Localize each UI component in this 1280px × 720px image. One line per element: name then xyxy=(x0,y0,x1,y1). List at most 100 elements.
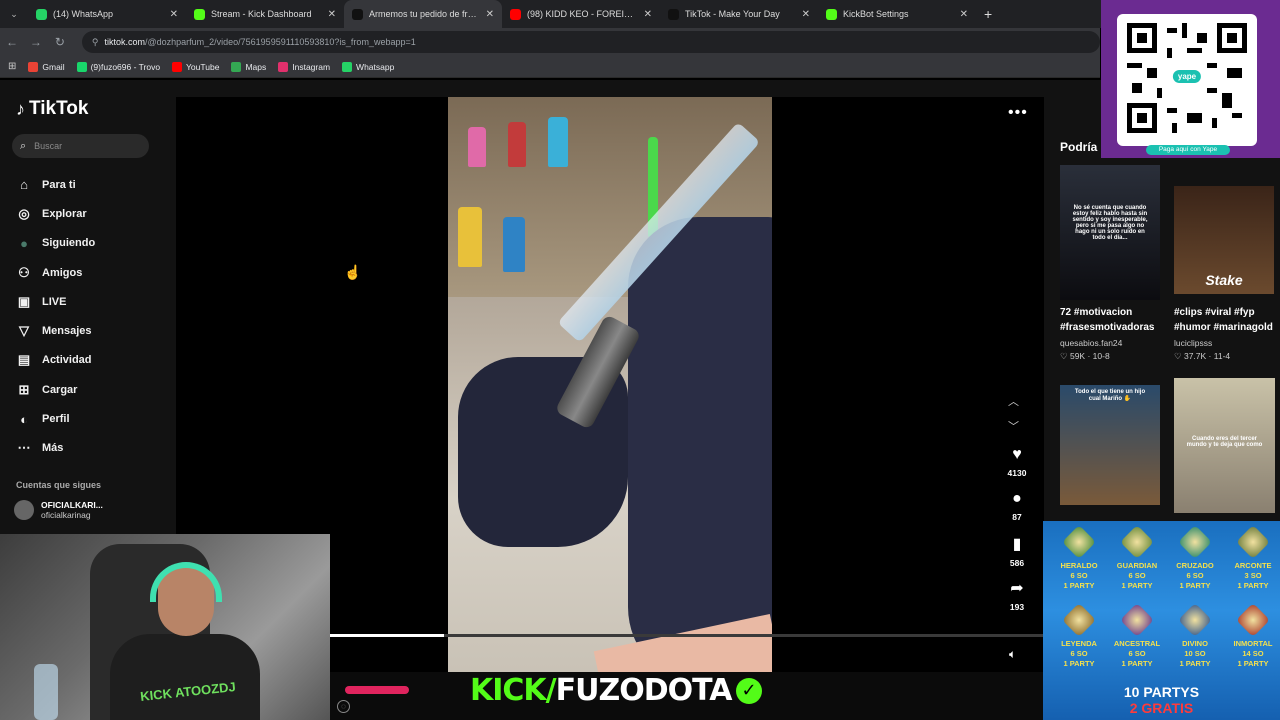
tab-close-icon[interactable]: ✕ xyxy=(644,9,652,20)
browser-tab[interactable]: Stream - Kick Dashboard ✕ xyxy=(186,0,344,28)
suggestion-thumbnail[interactable]: Cuando eres del tercer mundo y te deja q… xyxy=(1174,378,1275,513)
bookmark-label: Instagram xyxy=(292,61,331,72)
tab-favicon-icon xyxy=(36,8,47,20)
rank-name: CRUZADO xyxy=(1176,561,1214,570)
more-options-icon[interactable]: ••• xyxy=(1008,104,1028,122)
tab-title: Armemos tu pedido de frag... xyxy=(369,9,480,19)
followed-account-handle: oficialkarinag xyxy=(41,510,91,520)
suggestion-caption: No sé cuenta que cuando estoy feliz habl… xyxy=(1072,205,1148,241)
mouse-pointer-icon: ☝ xyxy=(344,264,362,280)
sidebar-item[interactable]: ⌂ Para ti xyxy=(14,170,95,199)
kick-channel-banner: KICK/FUZODOTA ✓ xyxy=(470,673,762,708)
tab-close-icon[interactable]: ✕ xyxy=(960,9,968,20)
following-section-title: Cuentas que sigues xyxy=(16,480,102,490)
bookmark-item[interactable]: Instagram xyxy=(278,61,331,72)
bookmark-item[interactable]: Whatsapp xyxy=(342,61,394,72)
tab-strip: (14) WhatsApp ✕ Stream - Kick Dashboard ✕ Ar… xyxy=(28,0,976,28)
screen: ⌄ (14) WhatsApp ✕ Stream - Kick Dashboard ✕… xyxy=(0,0,1280,720)
tab-search-icon[interactable]: ⌄ xyxy=(0,9,28,20)
tab-close-icon[interactable]: ✕ xyxy=(328,9,336,20)
save-button[interactable]: ▮ 586 xyxy=(1005,534,1029,568)
url-field[interactable]: ⚲ tiktok.com/@dozhparfum_2/video/7561959… xyxy=(81,31,1100,53)
search-icon: ⌕ xyxy=(20,139,27,152)
suggestion-thumbnail[interactable]: Stake xyxy=(1174,186,1274,294)
yape-badge: yape xyxy=(1172,70,1202,83)
share-button[interactable]: ➦ 193 xyxy=(1005,578,1029,612)
video-player[interactable] xyxy=(448,97,772,672)
suggestions-title: Podría xyxy=(1060,140,1098,154)
apps-grid-icon[interactable]: ⊞ xyxy=(8,61,16,72)
friends-icon: ⚇ xyxy=(18,264,30,280)
tab-title: Stream - Kick Dashboard xyxy=(211,9,312,19)
like-button[interactable]: ♥ 4130 xyxy=(1005,446,1029,478)
sidebar-item[interactable]: ● Siguiendo xyxy=(14,229,95,258)
avatar xyxy=(14,500,34,520)
bookmark-label: Gmail xyxy=(42,61,65,72)
suggestion-title[interactable]: 72 #motivacion #frasesmotivadoras xyxy=(1060,305,1170,335)
bookmark-item[interactable]: Gmail xyxy=(28,61,65,72)
rank-price: 3 SO xyxy=(1244,571,1262,580)
tab-favicon-icon xyxy=(194,8,205,20)
site-settings-icon[interactable]: ⚲ xyxy=(92,37,99,48)
suggestion-thumbnail[interactable]: No sé cuenta que cuando estoy feliz habl… xyxy=(1060,165,1160,300)
tab-close-icon[interactable]: ✕ xyxy=(802,9,810,20)
activity-icon: ▤ xyxy=(17,352,31,368)
sidebar-item-label: Cargar xyxy=(42,383,78,396)
comment-button[interactable]: ● 87 xyxy=(1005,490,1029,522)
new-tab-icon[interactable]: + xyxy=(984,6,992,22)
rank-name: ARCONTE xyxy=(1234,561,1272,570)
rank-party: 1 PARTY xyxy=(1237,659,1269,668)
suggestion-thumbnail[interactable]: Todo el que tiene un hijo cual Mariño ✋ xyxy=(1060,385,1160,505)
browser-tab[interactable]: Armemos tu pedido de frag... ✕ xyxy=(344,0,502,28)
rank-emblem-icon xyxy=(1236,603,1270,637)
sidebar-item[interactable]: ▤ Actividad xyxy=(14,346,95,375)
reload-icon[interactable]: ↻ xyxy=(48,35,72,49)
sidebar-item[interactable]: ⚇ Amigos xyxy=(14,258,95,287)
comment-count: 87 xyxy=(1012,512,1022,522)
sidebar-item[interactable]: ◐ Perfil xyxy=(14,404,95,433)
browser-tab[interactable]: TikTok - Make Your Day ✕ xyxy=(660,0,818,28)
browser-tab[interactable]: (14) WhatsApp ✕ xyxy=(28,0,186,28)
sidebar-item[interactable]: ⋯ Más xyxy=(14,434,95,463)
tab-close-icon[interactable]: ✕ xyxy=(170,9,178,20)
suggestion-meta: ♡ 37.7K · 11-4 xyxy=(1174,351,1231,361)
suggestion-author[interactable]: luciclipsss xyxy=(1174,338,1212,348)
tab-favicon-icon xyxy=(826,8,837,20)
sidebar-item[interactable]: ▽ Mensajes xyxy=(14,316,95,345)
bookmark-item[interactable]: YouTube xyxy=(172,61,219,72)
tiktok-logo[interactable]: ♪ TikTok xyxy=(16,98,88,120)
stream-red-pill xyxy=(345,686,409,694)
rank-party: 1 PARTY xyxy=(1179,659,1211,668)
kick-prefix: KICK/ xyxy=(470,673,557,708)
suggestion-meta: ♡ 59K · 10-8 xyxy=(1060,351,1110,361)
bookmark-item[interactable]: Maps xyxy=(231,61,266,72)
next-video-chevron-down-icon[interactable]: ﹀ xyxy=(1008,418,1019,434)
sidebar-item[interactable]: ▣ LIVE xyxy=(14,287,95,316)
search-placeholder: Buscar xyxy=(34,141,63,151)
tab-close-icon[interactable]: ✕ xyxy=(486,9,494,20)
forward-icon[interactable]: → xyxy=(24,35,48,49)
share-count: 193 xyxy=(1009,602,1025,612)
previous-video-chevron-up-icon[interactable]: ︿ xyxy=(1008,393,1019,409)
followed-account[interactable]: OFICIALKARI... oficialkarinag xyxy=(14,500,103,520)
rank-tile: CRUZADO 6 SO 1 PARTY xyxy=(1167,525,1223,591)
suggestion-author[interactable]: quesabios.fan24 xyxy=(1060,338,1122,348)
back-icon[interactable]: ← xyxy=(0,35,24,49)
suggestion-title[interactable]: #clips #viral #fyp #humor #marinagold xyxy=(1174,305,1278,335)
bookmark-favicon-icon xyxy=(28,61,39,72)
bookmark-item[interactable]: (9)fuzo696 - Trovo xyxy=(76,61,160,72)
sidebar-item[interactable]: ◎ Explorar xyxy=(14,199,95,228)
kick-channel-name: FUZODOTA xyxy=(555,673,733,708)
volume-icon[interactable]: 🔈︎ xyxy=(1009,647,1016,662)
rank-price: 6 SO xyxy=(1186,571,1204,580)
sidebar-item[interactable]: ⊞ Cargar xyxy=(14,375,95,404)
video-progress-bar[interactable] xyxy=(330,634,1044,637)
url-path: /@dozhparfum_2/video/7561959591110593810… xyxy=(144,37,416,47)
bookmarks-bar: ⊞ Gmail (9)fuzo696 - Trovo YouTube Maps Inst… xyxy=(0,56,1100,78)
browser-tab[interactable]: (98) KIDD KEO - FOREIGN LETR... ✕ xyxy=(502,0,660,28)
rank-tile: DIVINO 10 SO 1 PARTY xyxy=(1167,603,1223,669)
browser-tab[interactable]: KickBot Settings ✕ xyxy=(818,0,976,28)
suggestion-caption: Stake xyxy=(1205,272,1243,288)
search-input[interactable]: ⌕ Buscar xyxy=(12,134,149,158)
rank-emblem-icon xyxy=(1178,525,1212,559)
